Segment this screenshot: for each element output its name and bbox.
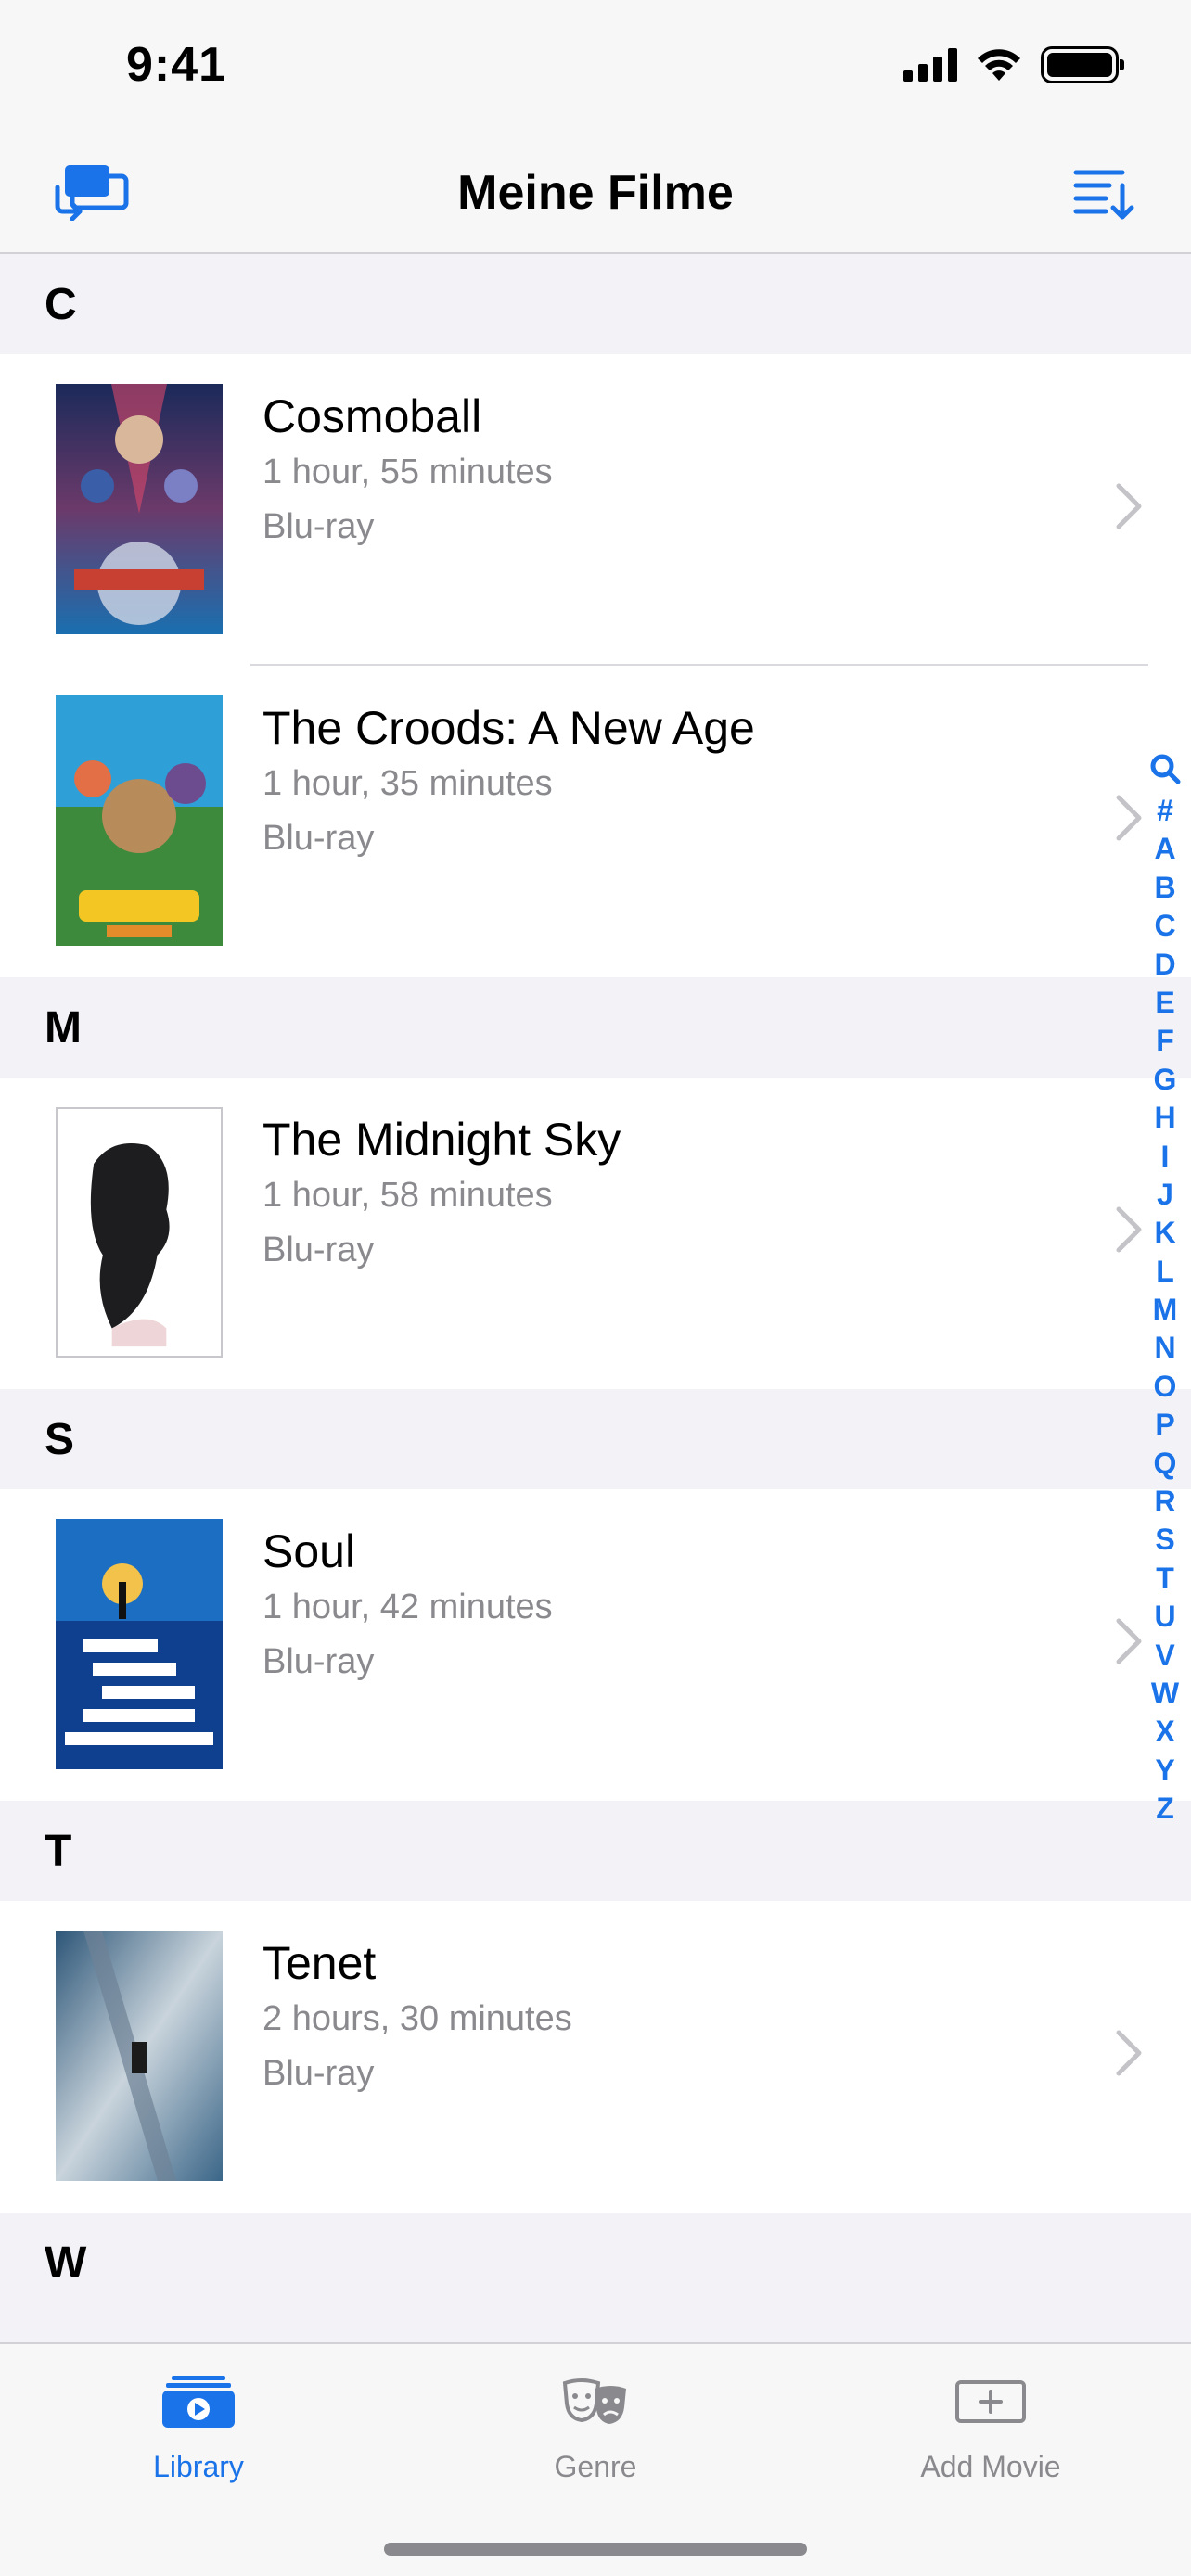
movie-row-tenet[interactable]: Tenet 2 hours, 30 minutes Blu-ray [0,1901,1191,2213]
index-letter[interactable]: X [1155,1713,1174,1751]
index-letter[interactable]: U [1154,1598,1175,1636]
section-header-w: W [0,2213,1191,2313]
index-letter[interactable]: D [1154,946,1175,984]
index-letter[interactable]: Z [1156,1790,1174,1828]
tab-genre[interactable]: Genre [456,2365,735,2484]
index-letter[interactable]: S [1155,1521,1174,1559]
movie-title: Tenet [263,1937,377,1989]
home-indicator[interactable] [384,2543,807,2556]
poster-soul [56,1519,223,1769]
chevron-right-icon [1116,795,1142,841]
navigation-bar: Meine Filme [0,139,1191,254]
index-letter[interactable]: L [1156,1253,1174,1291]
section-index[interactable]: # A B C D E F G H I J K L M N O P Q R S … [1146,753,1184,1829]
movie-title: Soul [263,1525,356,1577]
index-letter[interactable]: # [1157,792,1173,830]
section-header-t: T [0,1801,1191,1901]
search-icon[interactable] [1149,753,1181,784]
index-letter[interactable]: E [1155,984,1174,1022]
index-letter[interactable]: F [1156,1022,1174,1060]
index-letter[interactable]: W [1151,1675,1179,1713]
index-letter[interactable]: G [1154,1061,1177,1099]
movie-row-the-midnight-sky[interactable]: The Midnight Sky 1 hour, 58 minutes Blu-… [0,1078,1191,1389]
sort-icon[interactable] [1072,161,1135,224]
poster-tenet [56,1931,223,2181]
index-letter[interactable]: C [1154,907,1175,945]
status-bar: 9:41 [0,0,1191,139]
index-letter[interactable]: P [1155,1406,1174,1444]
movie-duration: 2 hours, 30 minutes [263,1999,572,2038]
index-letter[interactable]: V [1155,1637,1174,1675]
index-letter[interactable]: O [1154,1368,1177,1406]
movie-format: Blu-ray [263,2054,375,2093]
index-letter[interactable]: N [1154,1329,1175,1367]
page-title: Meine Filme [457,166,734,220]
chevron-right-icon [1116,2030,1142,2076]
movie-title: Cosmoball [263,390,482,442]
section-header-s: S [0,1389,1191,1489]
index-letter[interactable]: M [1153,1291,1178,1329]
movie-title: The Midnight Sky [263,1114,621,1166]
chevron-right-icon [1116,483,1142,529]
index-letter[interactable]: K [1154,1214,1175,1252]
index-letter[interactable]: J [1157,1176,1173,1214]
cellular-signal-icon [903,48,957,82]
tab-label: Genre [554,2450,637,2483]
chevron-right-icon [1116,1618,1142,1664]
movie-title: The Croods: A New Age [263,702,755,754]
index-letter[interactable]: Q [1154,1445,1177,1483]
index-letter[interactable]: B [1154,869,1175,907]
tab-bar: Library Genre Add Movie [0,2342,1191,2576]
movie-duration: 1 hour, 35 minutes [263,764,553,803]
movie-format: Blu-ray [263,1231,375,1269]
movie-row-cosmoball[interactable]: Cosmoball 1 hour, 55 minutes Blu-ray [0,354,1191,666]
tab-add-movie[interactable]: Add Movie [852,2365,1130,2484]
movie-format: Blu-ray [263,507,375,546]
add-movie-icon [852,2365,1130,2439]
section-header-m: M [0,977,1191,1078]
index-letter[interactable]: Y [1155,1752,1174,1790]
theater-masks-icon [456,2365,735,2439]
movie-duration: 1 hour, 42 minutes [263,1588,553,1626]
movie-duration: 1 hour, 58 minutes [263,1176,553,1215]
movie-format: Blu-ray [263,1642,375,1681]
movie-format: Blu-ray [263,819,375,858]
poster-the-midnight-sky [56,1107,223,1358]
tab-label: Library [153,2450,244,2483]
movie-list: C Cosmoball 1 hour, 55 minutes Blu-ray T… [0,254,1191,2313]
poster-cosmoball [56,384,223,634]
section-header-c: C [0,254,1191,354]
movie-duration: 1 hour, 55 minutes [263,453,553,491]
poster-the-croods [56,695,223,946]
index-letter[interactable]: I [1161,1138,1170,1176]
status-icons [903,46,1124,83]
index-letter[interactable]: T [1156,1560,1174,1598]
library-icon [59,2365,338,2439]
tab-library[interactable]: Library [59,2365,338,2484]
index-letter[interactable]: R [1154,1483,1175,1521]
index-letter[interactable]: A [1154,830,1175,868]
index-letter[interactable]: H [1154,1099,1175,1137]
chevron-right-icon [1116,1206,1142,1253]
movie-row-the-croods[interactable]: The Croods: A New Age 1 hour, 35 minutes… [0,666,1191,977]
wifi-icon [978,49,1020,81]
tab-label: Add Movie [920,2450,1061,2483]
battery-icon [1041,46,1124,83]
movie-row-soul[interactable]: Soul 1 hour, 42 minutes Blu-ray [0,1489,1191,1801]
status-time: 9:41 [126,38,227,92]
